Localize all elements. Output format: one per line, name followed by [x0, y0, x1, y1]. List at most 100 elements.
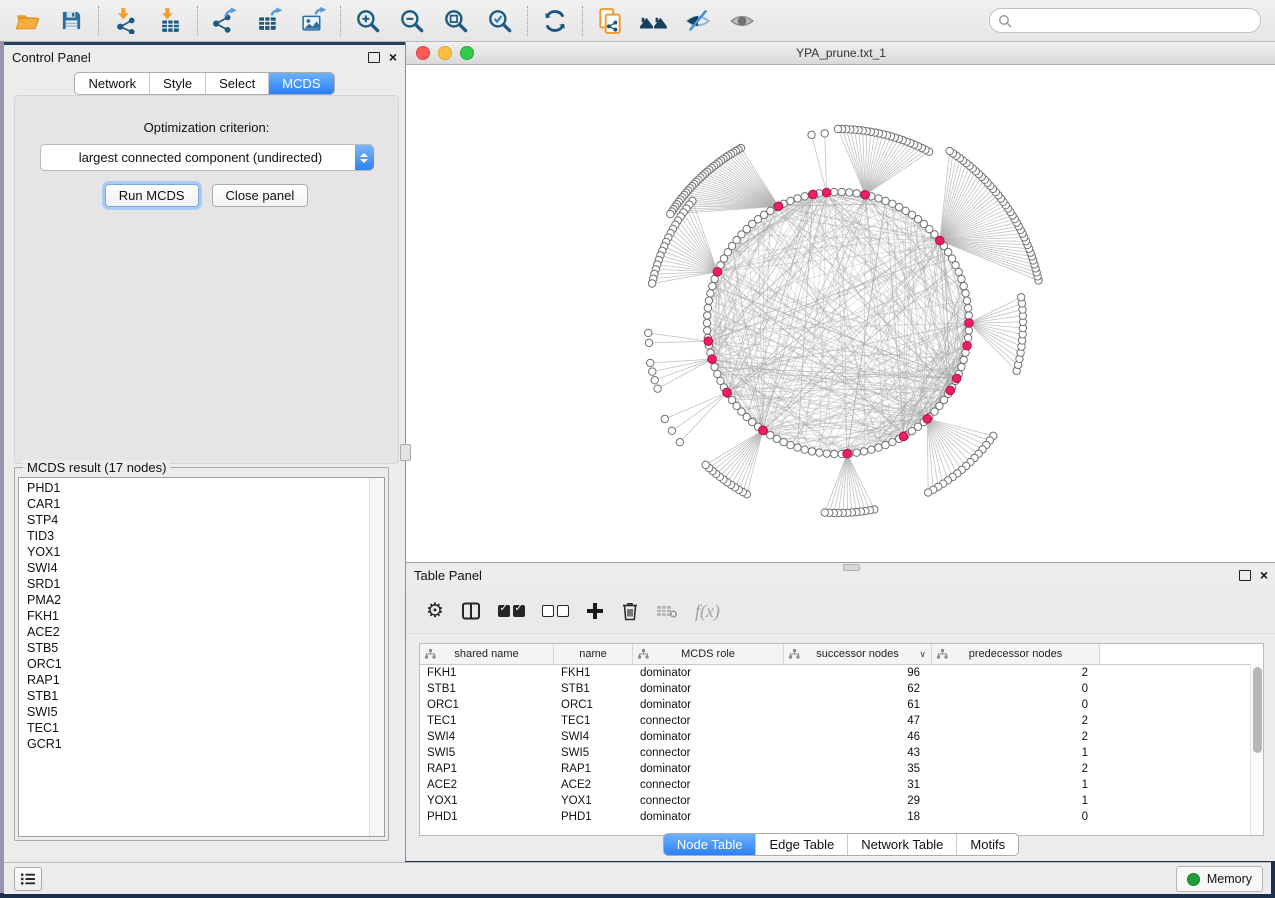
- mcds-result-item[interactable]: TEC1: [19, 720, 370, 736]
- table-tab-network-table[interactable]: Network Table: [847, 834, 956, 855]
- mcds-result-item[interactable]: TID3: [19, 528, 370, 544]
- task-history-button[interactable]: [14, 867, 42, 891]
- network-node[interactable]: [654, 385, 661, 392]
- import-network-icon[interactable]: [110, 5, 142, 37]
- network-node[interactable]: [831, 450, 838, 457]
- mcds-result-item[interactable]: CAR1: [19, 496, 370, 512]
- network-node[interactable]: [960, 356, 967, 363]
- network-node[interactable]: [853, 190, 860, 197]
- network-node[interactable]: [882, 197, 889, 204]
- network-node[interactable]: [648, 280, 655, 287]
- float-panel-icon[interactable]: [368, 52, 380, 63]
- network-node[interactable]: [808, 448, 815, 455]
- network-node[interactable]: [962, 290, 969, 297]
- dominator-node[interactable]: [899, 432, 908, 441]
- criterion-dropdown[interactable]: largest connected component (undirected): [40, 144, 374, 171]
- search-input[interactable]: [1018, 13, 1252, 29]
- network-node[interactable]: [834, 125, 841, 132]
- network-node[interactable]: [816, 449, 823, 456]
- network-node[interactable]: [964, 304, 971, 311]
- network-node[interactable]: [1017, 294, 1024, 301]
- dominator-node[interactable]: [861, 191, 870, 200]
- dominator-node[interactable]: [965, 319, 974, 328]
- dominator-node[interactable]: [936, 236, 945, 245]
- mcds-result-item[interactable]: PHD1: [19, 480, 370, 496]
- mcds-result-list[interactable]: PHD1CAR1STP4TID3YOX1SWI4SRD1PMA2FKH1ACE2…: [18, 477, 385, 837]
- network-node[interactable]: [875, 195, 882, 202]
- table-settings-icon[interactable]: ⚙: [426, 601, 444, 621]
- float-panel-icon[interactable]: [1239, 570, 1251, 581]
- dominator-node[interactable]: [946, 386, 955, 395]
- network-node[interactable]: [831, 188, 838, 195]
- zoom-fit-icon[interactable]: [440, 5, 472, 37]
- import-table-icon[interactable]: [154, 5, 186, 37]
- network-node[interactable]: [709, 282, 716, 289]
- table-row-ACE2[interactable]: ACE2ACE2connector311: [420, 777, 1263, 793]
- network-node[interactable]: [965, 327, 972, 334]
- open-file-icon[interactable]: [11, 5, 43, 37]
- network-node[interactable]: [808, 131, 815, 138]
- network-node[interactable]: [965, 312, 972, 319]
- deselect-all-icon[interactable]: [542, 605, 569, 617]
- mcds-result-item[interactable]: GCR1: [19, 736, 370, 752]
- clone-network-icon[interactable]: [594, 5, 626, 37]
- network-node[interactable]: [860, 448, 867, 455]
- dominator-node[interactable]: [774, 202, 783, 211]
- network-node[interactable]: [702, 461, 709, 468]
- mcds-result-item[interactable]: STB5: [19, 640, 370, 656]
- network-node[interactable]: [668, 427, 675, 434]
- network-node[interactable]: [846, 189, 853, 196]
- horizontal-splitter-handle[interactable]: [843, 564, 860, 571]
- zoom-selected-icon[interactable]: [484, 5, 516, 37]
- table-row-PHD1[interactable]: PHD1PHD1dominator180: [420, 809, 1263, 825]
- tab-mcds[interactable]: MCDS: [268, 73, 333, 94]
- network-node[interactable]: [963, 297, 970, 304]
- mcds-result-item[interactable]: SRD1: [19, 576, 370, 592]
- network-node[interactable]: [780, 438, 787, 445]
- table-tab-node-table[interactable]: Node Table: [664, 834, 756, 855]
- dominator-node[interactable]: [704, 337, 713, 346]
- network-node[interactable]: [889, 200, 896, 207]
- table-tab-motifs[interactable]: Motifs: [956, 834, 1018, 855]
- mcds-result-item[interactable]: PMA2: [19, 592, 370, 608]
- dominator-node[interactable]: [708, 355, 717, 364]
- delete-row-icon[interactable]: [621, 601, 639, 621]
- column-header-successor-nodes[interactable]: successor nodes∨: [784, 644, 932, 664]
- table-row-TEC1[interactable]: TEC1TEC1connector472: [420, 713, 1263, 729]
- dominator-node[interactable]: [723, 388, 732, 397]
- close-panel-button[interactable]: Close panel: [212, 184, 309, 207]
- network-node[interactable]: [958, 275, 965, 282]
- dominator-node[interactable]: [822, 188, 831, 197]
- network-node[interactable]: [787, 197, 794, 204]
- network-node[interactable]: [838, 188, 845, 195]
- table-row-SWI5[interactable]: SWI5SWI5connector431: [420, 745, 1263, 761]
- dominator-node[interactable]: [809, 190, 818, 199]
- first-neighbors-icon[interactable]: [638, 5, 670, 37]
- tab-network[interactable]: Network: [75, 73, 149, 94]
- mcds-result-item[interactable]: ACE2: [19, 624, 370, 640]
- network-node[interactable]: [649, 368, 656, 375]
- network-node[interactable]: [787, 441, 794, 448]
- network-node[interactable]: [651, 377, 658, 384]
- network-node[interactable]: [964, 334, 971, 341]
- network-node[interactable]: [794, 195, 801, 202]
- network-node[interactable]: [821, 509, 828, 516]
- network-node[interactable]: [821, 130, 828, 137]
- network-canvas[interactable]: [406, 65, 1275, 563]
- mcds-result-item[interactable]: FKH1: [19, 608, 370, 624]
- table-row-SWI4[interactable]: SWI4SWI4dominator462: [420, 729, 1263, 745]
- network-node[interactable]: [661, 415, 668, 422]
- export-table-icon[interactable]: [253, 5, 285, 37]
- table-row-STB1[interactable]: STB1STB1dominator620: [420, 681, 1263, 697]
- network-node[interactable]: [801, 193, 808, 200]
- close-panel-icon[interactable]: ×: [1260, 568, 1268, 582]
- run-mcds-button[interactable]: Run MCDS: [105, 184, 199, 207]
- memory-button[interactable]: Memory: [1176, 866, 1263, 892]
- vertical-splitter-handle[interactable]: [400, 444, 411, 461]
- select-all-icon[interactable]: [498, 605, 525, 617]
- network-node[interactable]: [823, 450, 830, 457]
- dominator-node[interactable]: [843, 449, 852, 458]
- close-panel-icon[interactable]: ×: [389, 50, 397, 64]
- mcds-result-item[interactable]: STB1: [19, 688, 370, 704]
- network-node[interactable]: [801, 446, 808, 453]
